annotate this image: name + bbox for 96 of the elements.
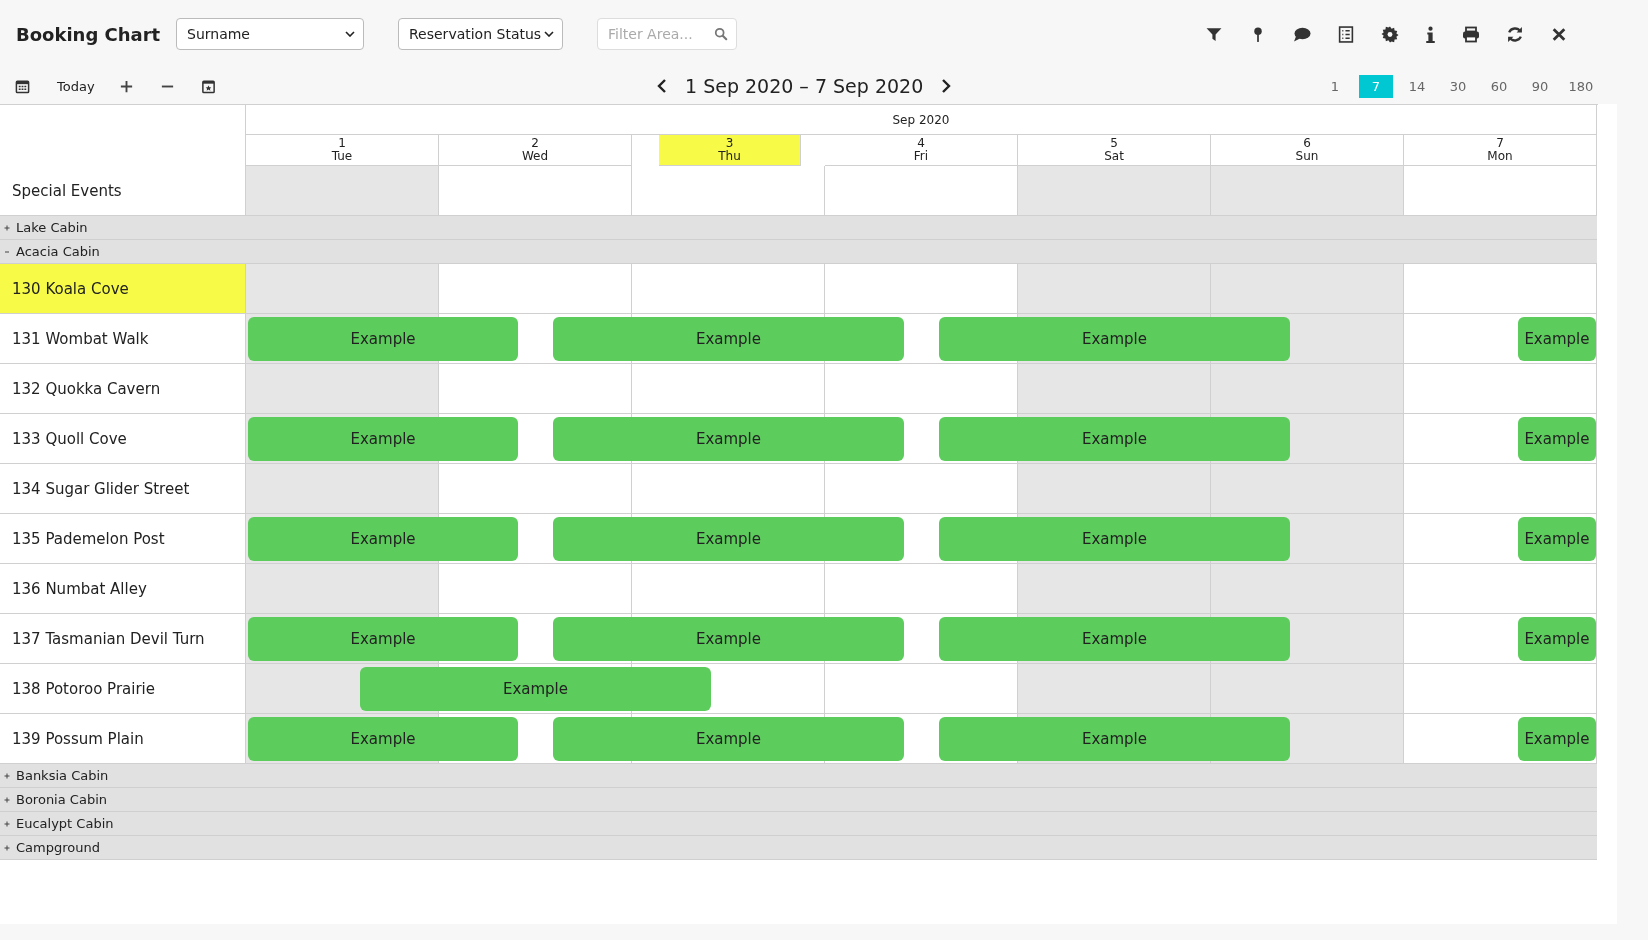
booking-bar[interactable]: Example <box>247 717 519 761</box>
close-icon[interactable] <box>1550 25 1568 43</box>
booking-bar[interactable]: Example <box>938 717 1291 761</box>
group-row[interactable]: Banksia Cabin <box>0 764 1597 788</box>
room-timeline[interactable]: Example Example Example Example <box>246 314 1597 364</box>
plus-icon[interactable] <box>3 819 11 828</box>
room-timeline[interactable]: Example Example Example Example <box>246 714 1597 764</box>
day-header: 7 Mon <box>1404 135 1597 166</box>
period-button[interactable]: 30 <box>1441 74 1475 98</box>
today-button[interactable]: Today <box>57 78 95 94</box>
period-button[interactable]: 90 <box>1523 74 1557 98</box>
booking-bar[interactable]: Example <box>938 417 1291 461</box>
date-range: 1 Sep 2020 – 7 Sep 2020 <box>685 75 924 97</box>
checklist-icon[interactable] <box>1337 25 1355 43</box>
day-cell[interactable] <box>1018 166 1211 216</box>
next-icon[interactable] <box>941 78 952 94</box>
room-name: 138 Potoroo Prairie <box>0 664 246 714</box>
booking-bar[interactable]: Example <box>1517 617 1596 661</box>
booking-bar[interactable]: Example <box>1517 417 1596 461</box>
chevron-icon <box>544 31 554 37</box>
period-button[interactable]: 180 <box>1564 74 1598 98</box>
plus-icon[interactable] <box>3 223 11 232</box>
group-name: Lake Cabin <box>16 220 88 235</box>
booking-bar[interactable]: Example <box>552 717 905 761</box>
booking-bar[interactable]: Example <box>1517 517 1596 561</box>
status-dropdown[interactable]: Reservation Status <box>398 18 563 50</box>
booking-bar[interactable]: Example <box>552 517 905 561</box>
booking-bar[interactable]: Example <box>247 417 519 461</box>
day-header: 4 Fri <box>825 135 1018 166</box>
group-name: Acacia Cabin <box>16 244 100 259</box>
day-cell[interactable] <box>825 166 1018 216</box>
sort-dropdown[interactable]: Surname <box>176 18 364 50</box>
room-timeline[interactable]: Example Example Example Example <box>246 414 1597 464</box>
day-header: 2 Wed <box>439 135 632 166</box>
group-row[interactable]: Boronia Cabin <box>0 788 1597 812</box>
page-title: Booking Chart <box>16 23 162 45</box>
booking-bar[interactable]: Example <box>938 617 1291 661</box>
room-name: 135 Pademelon Post <box>0 514 246 564</box>
booking-bar[interactable]: Example <box>552 417 905 461</box>
plus-icon[interactable] <box>3 771 11 780</box>
chat-icon[interactable] <box>1293 25 1311 43</box>
booking-bar[interactable]: Example <box>1517 317 1596 361</box>
room-timeline[interactable]: Example <box>246 664 1597 714</box>
plus-icon[interactable] <box>118 78 134 94</box>
booking-bar[interactable]: Example <box>247 517 519 561</box>
day-cell[interactable] <box>246 166 439 216</box>
group-name: Eucalypt Cabin <box>16 816 114 831</box>
print-icon[interactable] <box>1462 25 1480 43</box>
booking-bar[interactable]: Example <box>359 667 712 711</box>
booking-bar[interactable]: Example <box>247 317 519 361</box>
room-name: 132 Quokka Cavern <box>0 364 246 414</box>
room-name: 133 Quoll Cove <box>0 414 246 464</box>
day-header: 6 Sun <box>1211 135 1404 166</box>
booking-bar[interactable]: Example <box>247 617 519 661</box>
day-cell[interactable] <box>632 166 825 216</box>
group-row[interactable]: Lake Cabin <box>0 216 1597 240</box>
day-cell[interactable] <box>1211 166 1404 216</box>
room-name: 137 Tasmanian Devil Turn <box>0 614 246 664</box>
calendar-icon[interactable] <box>15 78 30 94</box>
filter-icon[interactable] <box>1205 25 1223 43</box>
info-icon[interactable] <box>1425 25 1436 43</box>
room-name: 136 Numbat Alley <box>0 564 246 614</box>
previous-icon[interactable] <box>657 78 667 94</box>
day-header: 5 Sat <box>1018 135 1211 166</box>
period-button[interactable]: 1 <box>1318 74 1352 98</box>
day-cell[interactable] <box>1404 166 1597 216</box>
booking-bar[interactable]: Example <box>552 617 905 661</box>
group-name: Banksia Cabin <box>16 768 109 783</box>
room-name: 134 Sugar Glider Street <box>0 464 246 514</box>
day-cell[interactable] <box>439 166 632 216</box>
day-header: 1 Tue <box>246 135 439 166</box>
room-name: 139 Possum Plain <box>0 714 246 764</box>
group-row[interactable]: Eucalypt Cabin <box>0 812 1597 836</box>
room-name: 130 Koala Cove <box>0 264 246 314</box>
search-icon <box>714 27 728 41</box>
group-name: Campground <box>16 840 100 855</box>
chevron-icon <box>345 31 355 37</box>
refresh-icon[interactable] <box>1506 25 1524 43</box>
room-timeline[interactable]: Example Example Example Example <box>246 514 1597 564</box>
period-button[interactable]: 60 <box>1482 74 1516 98</box>
booking-bar[interactable]: Example <box>938 317 1291 361</box>
booking-bar[interactable]: Example <box>1517 717 1596 761</box>
period-button[interactable]: 14 <box>1400 74 1434 98</box>
booking-bar[interactable]: Example <box>552 317 905 361</box>
room-name: 131 Wombat Walk <box>0 314 246 364</box>
filter-field[interactable]: Filter Area... <box>597 18 737 50</box>
group-row[interactable]: Acacia Cabin <box>0 240 1597 264</box>
settings-icon[interactable] <box>1381 25 1399 43</box>
plus-icon[interactable] <box>3 843 11 852</box>
plus-icon[interactable] <box>3 795 11 804</box>
group-row[interactable]: Campground <box>0 836 1597 860</box>
booking-bar[interactable]: Example <box>938 517 1291 561</box>
group-name: Boronia Cabin <box>16 792 107 807</box>
day-header: 3 Thu <box>659 135 801 166</box>
row-label: Special Events <box>0 166 246 216</box>
room-timeline[interactable]: Example Example Example Example <box>246 614 1597 664</box>
